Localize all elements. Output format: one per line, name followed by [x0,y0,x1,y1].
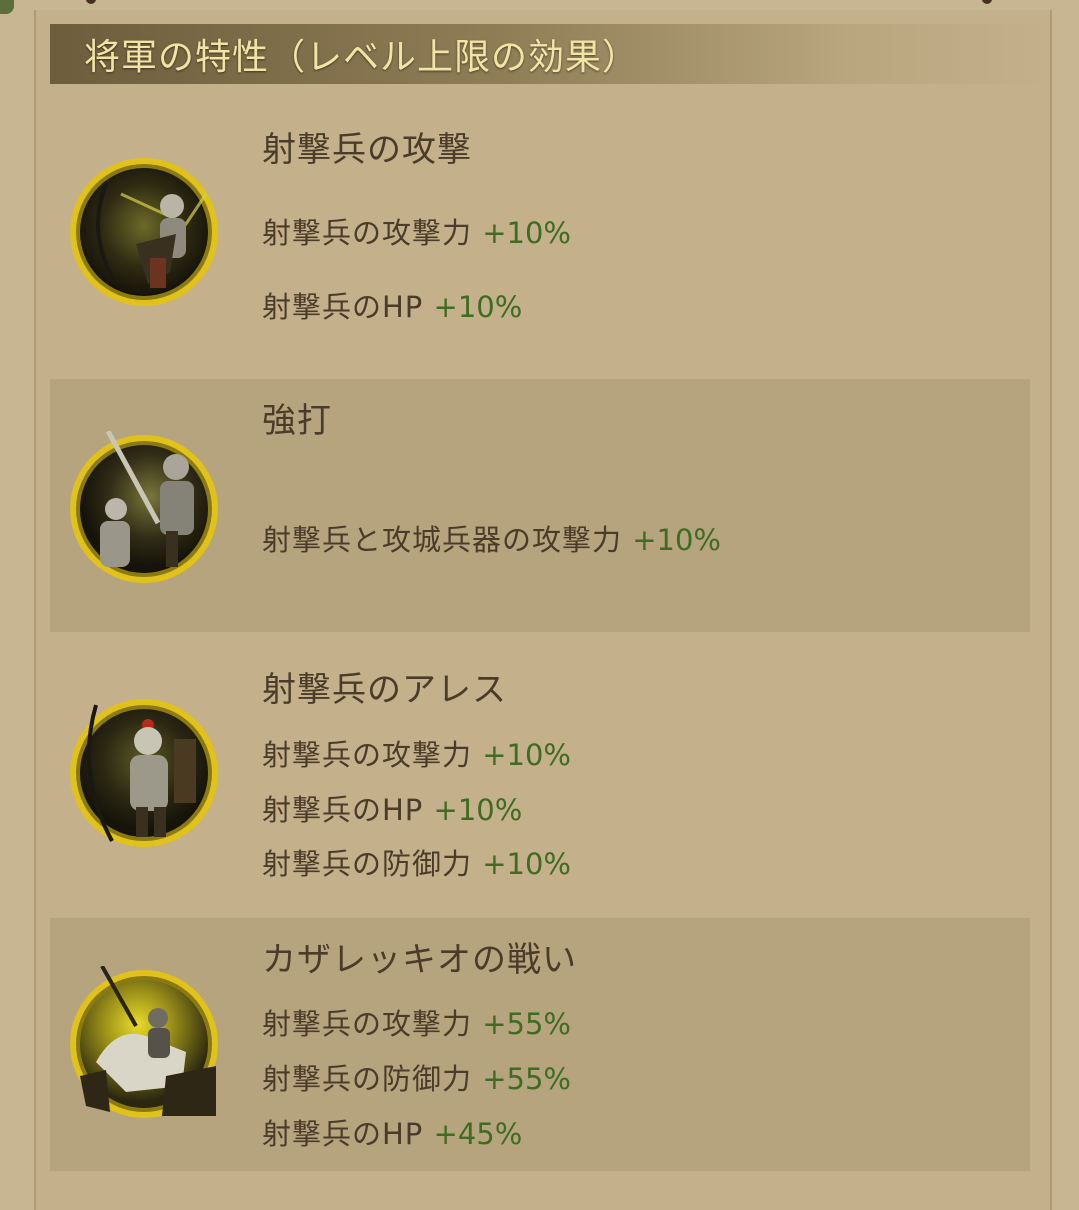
skill-row[interactable]: 射撃兵のアレス 射撃兵の攻撃力 +10% 射撃兵のHP +10% 射撃兵の防御力… [50,642,1030,910]
corner-rivet [982,0,992,4]
stat-label: 射撃兵の攻撃力 [262,1007,473,1041]
skill-title: 強打 [262,401,332,441]
stat-label: 射撃兵のHP [262,1117,424,1151]
stat-line: 射撃兵の防御力 +10% [262,841,571,883]
section-title: 将軍の特性（レベル上限の効果） [84,37,640,78]
stat-label: 射撃兵の防御力 [262,1062,473,1096]
stat-value: +10% [433,290,523,324]
stat-value: +10% [482,738,571,772]
stat-label: 射撃兵の攻撃力 [262,216,473,250]
stat-value: +55% [482,1062,571,1096]
knight-sword-icon [66,429,222,587]
armored-archer-icon [66,695,222,851]
stat-label: 射撃兵のHP [262,290,424,324]
corner-tab [0,0,14,14]
stat-line: 射撃兵の攻撃力 +55% [262,1001,571,1043]
archer-icon [66,154,222,310]
skill-title: カザレッキオの戦い [262,940,577,980]
corner-rivet [86,0,96,4]
stat-value: +45% [433,1117,523,1151]
stat-label: 射撃兵と攻城兵器の攻撃力 [262,523,623,557]
stat-label: 射撃兵の攻撃力 [262,738,473,772]
stat-line: 射撃兵のHP +10% [262,284,522,326]
stat-value: +55% [482,1007,571,1041]
section-header: 将軍の特性（レベル上限の効果） [50,24,1050,84]
skill-row[interactable]: 強打 射撃兵と攻城兵器の攻撃力 +10% [50,379,1030,632]
skill-title: 射撃兵の攻撃 [262,130,472,170]
skill-row[interactable]: 射撃兵の攻撃 射撃兵の攻撃力 +10% 射撃兵のHP +10% [50,100,1030,370]
stat-line: 射撃兵の防御力 +55% [262,1056,571,1098]
stat-line: 射撃兵のHP +10% [262,787,522,829]
stat-label: 射撃兵の防御力 [262,847,473,881]
stat-value: +10% [482,216,571,250]
stat-label: 射撃兵のHP [262,793,424,827]
skill-title: 射撃兵のアレス [262,670,507,710]
stat-value: +10% [433,793,523,827]
skill-row[interactable]: カザレッキオの戦い 射撃兵の攻撃力 +55% 射撃兵の防御力 +55% 射撃兵の… [50,918,1030,1171]
stat-line: 射撃兵の攻撃力 +10% [262,210,571,252]
stat-value: +10% [482,847,571,881]
stat-line: 射撃兵と攻城兵器の攻撃力 +10% [262,517,721,559]
stat-line: 射撃兵の攻撃力 +10% [262,732,571,774]
stat-value: +10% [632,523,721,557]
cavalry-battle-icon [66,965,222,1122]
stat-line: 射撃兵のHP +45% [262,1111,522,1153]
